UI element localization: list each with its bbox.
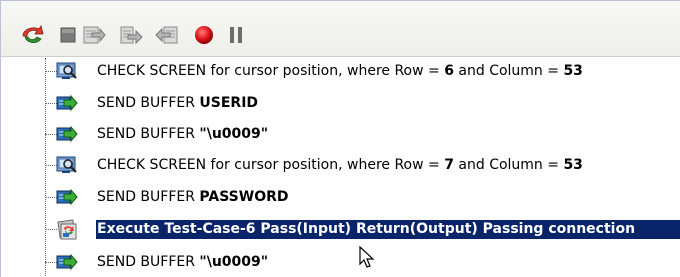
step-out-button[interactable] (154, 23, 180, 47)
tree-item[interactable]: SEND BUFFER PASSWORD (1, 182, 680, 212)
tree-item[interactable]: SEND BUFFER "\u0009" (1, 247, 680, 277)
tree-item[interactable]: SEND BUFFER USERID (1, 88, 680, 118)
tree-item-value: USERID (199, 95, 259, 111)
check-screen-icon (56, 155, 78, 175)
stop-button[interactable] (55, 23, 81, 47)
tree-item-label: SEND BUFFER PASSWORD (96, 188, 293, 207)
tree-item-label: SEND BUFFER "\u0009" (96, 253, 272, 272)
mouse-pointer-icon (359, 246, 375, 268)
tree-item-value: 53 (563, 63, 583, 79)
run-icon (22, 25, 44, 43)
step-over-icon (120, 26, 143, 45)
tree-item-label: CHECK SCREEN for cursor position, where … (96, 156, 587, 175)
tree-item[interactable]: CHECK SCREEN for cursor position, where … (1, 150, 680, 180)
tree-item-selected[interactable]: Execute Test-Case-6 Pass(Input) Return(O… (1, 214, 680, 244)
tree-item-text: and Column = (453, 63, 564, 79)
tree-item-label: Execute Test-Case-6 Pass(Input) Return(O… (96, 220, 680, 239)
tree-item-value: "\u0009" (199, 126, 269, 142)
tree-item-value: "\u0009" (199, 254, 269, 270)
send-buffer-icon (56, 252, 78, 272)
record-button[interactable] (191, 23, 217, 47)
step-into-button[interactable] (81, 23, 107, 47)
step-into-icon (83, 26, 106, 44)
tree-item-value: 7 (444, 157, 454, 173)
tree-item-value: 53 (563, 157, 583, 173)
send-buffer-icon (56, 187, 78, 207)
check-screen-icon (56, 61, 78, 81)
send-buffer-icon (56, 93, 78, 113)
tree-item-text: SEND BUFFER (97, 126, 200, 142)
tree-item[interactable]: CHECK SCREEN for cursor position, where … (1, 58, 680, 86)
tree-item-label: CHECK SCREEN for cursor position, where … (96, 62, 587, 81)
tree-item-value: PASSWORD (199, 189, 289, 205)
tree-item-text: Execute Test-Case-6 Pass(Input) Return(O… (97, 221, 636, 237)
tree-item-text: CHECK SCREEN for cursor position, where … (97, 157, 445, 173)
execute-test-case-icon (56, 219, 78, 240)
run-button[interactable] (19, 23, 45, 47)
tree-item-text: SEND BUFFER (97, 95, 200, 111)
tree-item-label: SEND BUFFER USERID (96, 94, 262, 113)
record-icon (195, 26, 213, 44)
script-editor-window: CHECK SCREEN for cursor position, where … (0, 0, 680, 277)
toolbar (1, 1, 680, 57)
tree-item-text: and Column = (453, 157, 564, 173)
send-buffer-icon (56, 124, 78, 144)
stop-icon (60, 27, 76, 43)
tree-item-text: CHECK SCREEN for cursor position, where … (97, 63, 445, 79)
tree-item-value: 6 (444, 63, 454, 79)
pause-icon (230, 27, 242, 43)
tree-item-text: SEND BUFFER (97, 189, 200, 205)
test-step-tree: CHECK SCREEN for cursor position, where … (1, 58, 680, 277)
tree-item-text: SEND BUFFER (97, 254, 200, 270)
tree-item[interactable]: SEND BUFFER "\u0009" (1, 119, 680, 149)
pause-button[interactable] (223, 23, 249, 47)
step-out-icon (155, 26, 178, 44)
step-over-button[interactable] (118, 23, 144, 47)
tree-item-label: SEND BUFFER "\u0009" (96, 125, 272, 144)
